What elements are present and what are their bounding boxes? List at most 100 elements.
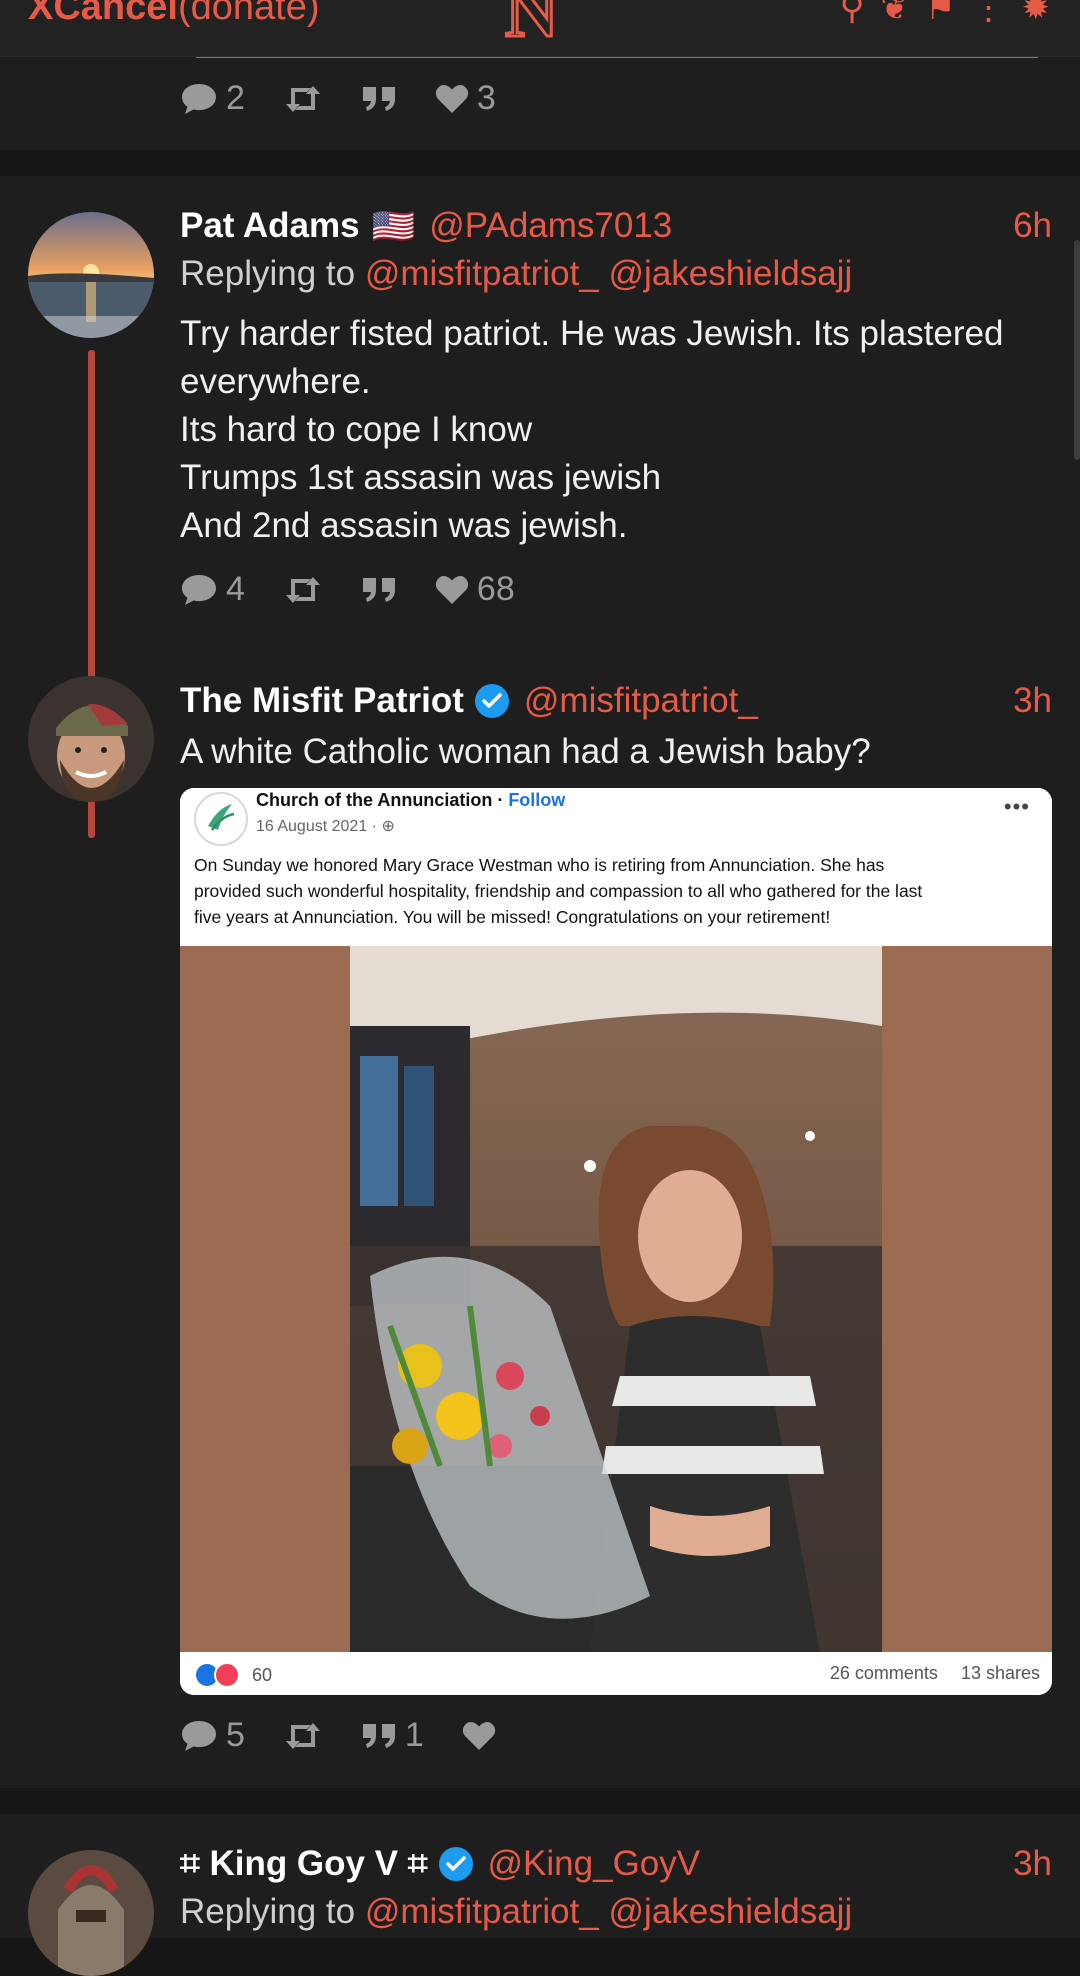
- like-stat[interactable]: 3: [435, 79, 496, 118]
- tweet-line: Try harder fisted patriot. He was Jewish…: [180, 314, 1004, 353]
- brand-name[interactable]: XCancel: [28, 0, 178, 28]
- replying-to: Replying to @misfitpatriot_ @jakeshields…: [180, 1892, 852, 1932]
- quote-icon: [362, 577, 395, 602]
- like-count: 68: [476, 570, 515, 608]
- display-name[interactable]: Pat Adams: [180, 206, 360, 246]
- love-reaction-icon: [214, 1662, 240, 1688]
- thread-card: Pat Adams 🇺🇸 @PAdams7013 6h Replying to …: [0, 176, 1080, 1788]
- like-count: 3: [476, 79, 496, 117]
- fb-text-line: provided such wonderful hospitality, fri…: [194, 881, 923, 901]
- mention-link[interactable]: @jakeshieldsajj: [609, 1892, 853, 1931]
- retweet-stat[interactable]: [283, 1721, 323, 1751]
- fb-page-name: Church of the Annunciation: [256, 790, 493, 810]
- nitter-logo[interactable]: N: [503, 0, 559, 55]
- fb-text-line: On Sunday we honored Mary Grace Westman …: [194, 855, 885, 875]
- like-stat[interactable]: [462, 1721, 496, 1751]
- retweet-stat[interactable]: [283, 575, 323, 605]
- fb-post-header: Church of the Annunciation · Follow 16 A…: [180, 788, 1052, 944]
- retweet-stat[interactable]: [283, 84, 323, 114]
- username[interactable]: @misfitpatriot_: [524, 681, 758, 721]
- attached-image[interactable]: Church of the Annunciation · Follow 16 A…: [180, 788, 1052, 1695]
- verified-icon: [474, 684, 509, 718]
- reply-count: 2: [226, 79, 245, 117]
- reply-count: 5: [226, 1716, 245, 1754]
- heart-icon: [462, 1721, 495, 1750]
- reply-stat[interactable]: 5: [180, 1716, 245, 1755]
- fb-photo: [350, 946, 882, 1652]
- username[interactable]: @King_GoyV: [488, 1844, 701, 1884]
- tweet-text: Try harder fisted patriot. He was Jewish…: [180, 310, 1060, 550]
- retweet-icon: [285, 576, 320, 603]
- quote-icon: [362, 1723, 395, 1748]
- replying-to: Replying to @misfitpatriot_ @jakeshields…: [180, 254, 852, 294]
- display-name[interactable]: ⌗ King Goy V ⌗: [180, 1844, 428, 1884]
- flag-icon: 🇺🇸: [371, 206, 416, 246]
- tweet-text: A white Catholic woman had a Jewish baby…: [180, 728, 1060, 776]
- reply-stat[interactable]: 4: [180, 570, 245, 609]
- fb-footer: 60 26 comments 13 shares: [180, 1652, 1052, 1695]
- tweet-time[interactable]: 6h: [1013, 206, 1052, 246]
- reply-count: 4: [226, 570, 245, 608]
- quote-stat[interactable]: [361, 576, 397, 604]
- avatar-pat-adams[interactable]: [28, 212, 154, 338]
- tweet-time[interactable]: 3h: [1013, 1844, 1052, 1884]
- quote-stat[interactable]: [361, 85, 397, 113]
- comment-icon: [182, 574, 216, 605]
- avatar-king-goy[interactable]: [28, 1850, 154, 1976]
- tweet-line: everywhere.: [180, 362, 371, 401]
- top-navbar: XCancel(donate) N ⚲ ❦ ⚑ ⋮ ✹: [0, 0, 1080, 57]
- brand-link[interactable]: XCancel(donate): [28, 0, 320, 29]
- retweet-icon: [285, 85, 320, 112]
- post-king-goy: ⌗ King Goy V ⌗ @King_GoyV 3h Replying to…: [0, 1814, 1080, 1976]
- quote-icon: [362, 86, 395, 111]
- fb-page-title: Church of the Annunciation · Follow: [256, 790, 566, 810]
- mention-link[interactable]: @misfitpatriot_: [365, 1892, 599, 1931]
- tweet-header: The Misfit Patriot @misfitpatriot_ 3h: [180, 679, 1052, 723]
- replying-label: Replying to: [180, 254, 356, 293]
- display-name-text: King Goy V: [209, 1844, 399, 1883]
- quote-divider: [196, 57, 1038, 58]
- more-icon[interactable]: ⋮: [972, 0, 1006, 28]
- tweet-time[interactable]: 3h: [1013, 681, 1052, 721]
- tweet-line: Its hard to cope I know: [180, 410, 533, 449]
- tweet-header: ⌗ King Goy V ⌗ @King_GoyV 3h: [180, 1842, 1052, 1886]
- tweet-header: Pat Adams 🇺🇸 @PAdams7013 6h: [180, 204, 1052, 248]
- search-icon[interactable]: ⚲: [840, 0, 865, 28]
- comment-icon: [182, 83, 216, 114]
- verified-icon: [438, 1847, 473, 1881]
- tweet-line: A white Catholic woman had a Jewish baby…: [180, 732, 871, 771]
- quote-stat[interactable]: 1: [361, 1716, 424, 1755]
- like-stat[interactable]: 68: [435, 570, 515, 609]
- post-stats: 2 3: [180, 79, 534, 118]
- post-stats: 5 1: [180, 1716, 534, 1755]
- avatar-misfit-patriot[interactable]: [28, 676, 154, 802]
- pin-icon[interactable]: ⚑: [925, 0, 955, 28]
- fb-date-text: 16 August 2021 ·: [256, 818, 382, 835]
- mention-link[interactable]: @jakeshieldsajj: [609, 254, 853, 293]
- reply-stat[interactable]: 2: [180, 79, 245, 118]
- globe-icon: ⊕: [381, 818, 395, 835]
- gear-icon[interactable]: ✹: [1022, 0, 1051, 28]
- heart-icon: [435, 575, 469, 604]
- fb-text-line: five years at Annunciation. You will be …: [194, 907, 831, 927]
- fb-share-count: 13 shares: [960, 1663, 1040, 1683]
- fb-reaction-count: 60: [252, 1664, 273, 1685]
- username[interactable]: @PAdams7013: [429, 206, 672, 246]
- replying-label: Replying to: [180, 1892, 356, 1931]
- name-prefix-symbol: ⌗: [180, 1844, 200, 1883]
- fb-post-text: On Sunday we honored Mary Grace Westman …: [194, 852, 1044, 930]
- scrollbar[interactable]: [1074, 240, 1080, 460]
- fb-date: 16 August 2021 · ⊕: [256, 816, 395, 836]
- mention-link[interactable]: @misfitpatriot_: [365, 254, 599, 293]
- comment-icon: [182, 1720, 216, 1751]
- donate-link[interactable]: (donate): [178, 0, 320, 28]
- church-logo-icon: [194, 792, 248, 846]
- tweet-line: And 2nd assasin was jewish.: [180, 506, 628, 545]
- fb-photo-area: [180, 946, 1052, 1652]
- fb-reactions: 60: [194, 1662, 272, 1688]
- fb-counts: 26 comments 13 shares: [812, 1663, 1040, 1684]
- display-name[interactable]: The Misfit Patriot: [180, 681, 464, 721]
- tweet-line: Trumps 1st assasin was jewish: [180, 458, 662, 497]
- twitter-icon[interactable]: ❦: [881, 0, 910, 28]
- top-icons: ⚲ ❦ ⚑ ⋮ ✹: [840, 0, 1050, 28]
